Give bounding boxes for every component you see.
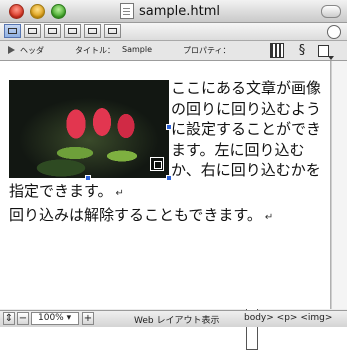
options-icon[interactable] [327,25,341,39]
disclosure-triangle-icon[interactable] [8,46,15,54]
window-title: sample.html [120,3,220,19]
flower-image[interactable] [9,80,172,181]
properties-bar: ヘッダ タイトル： Sample プロパティ： § [0,41,347,350]
toolbar-toggle-button[interactable] [321,5,341,18]
return-mark-icon: ↵ [264,211,274,223]
page-title-value[interactable]: Sample [122,45,152,54]
vertical-scrollbar[interactable] [331,61,347,309]
tag-breadcrumb[interactable]: body> <p> <img> [244,313,332,323]
document-content[interactable]: ここにある文章が画像の回りに回り込むように設定することができます。左に回り込むか… [9,78,327,228]
window-title-text: sample.html [139,3,221,19]
page-title-label: タイトル： [75,46,115,55]
return-mark-icon: ↵ [115,187,124,199]
resize-handle-corner[interactable] [166,175,172,181]
html-file-icon [120,3,134,19]
split-view-icon[interactable]: ⇕ [3,312,15,325]
properties-label: プロパティ： [183,46,231,55]
zoom-value: 100% [38,313,64,323]
minimize-button[interactable] [30,4,45,19]
image-resize-icon[interactable] [150,157,164,171]
media-icon[interactable] [270,43,284,58]
resize-handle-right[interactable] [166,124,172,130]
table-view-button[interactable] [24,24,41,38]
text-view-button[interactable] [44,24,61,38]
image-view-button[interactable] [84,24,101,38]
paragraph-2[interactable]: 回り込みは解除することもできます。 [9,206,262,224]
web-layout-view-button[interactable] [4,24,21,38]
source-view-button[interactable] [64,24,81,38]
zoom-button[interactable] [51,4,66,19]
toolbar [0,23,347,41]
preview-view-button[interactable] [104,24,121,38]
editor-window: sample.html ヘッダ タイトル： Sample プロパティ： § ここ… [0,0,347,350]
title-bar[interactable]: sample.html [0,0,347,23]
block-format-dropdown-icon[interactable] [318,43,334,60]
status-bar: ⇕ − 100% ▾ + Web レイアウト表示 body> <p> <img> [0,310,347,327]
zoom-select[interactable]: 100% ▾ [31,312,79,325]
header-label[interactable]: ヘッダ [20,45,44,56]
resize-handle-bottom[interactable] [85,175,91,181]
zoom-in-button[interactable]: + [82,312,94,325]
link-icon[interactable]: § [296,43,308,58]
close-button[interactable] [9,4,24,19]
document-canvas[interactable]: ここにある文章が画像の回りに回り込むように設定することができます。左に回り込むか… [0,61,331,309]
view-mode-select[interactable]: Web レイアウト表示 [134,313,219,326]
zoom-out-button[interactable]: − [17,312,29,325]
